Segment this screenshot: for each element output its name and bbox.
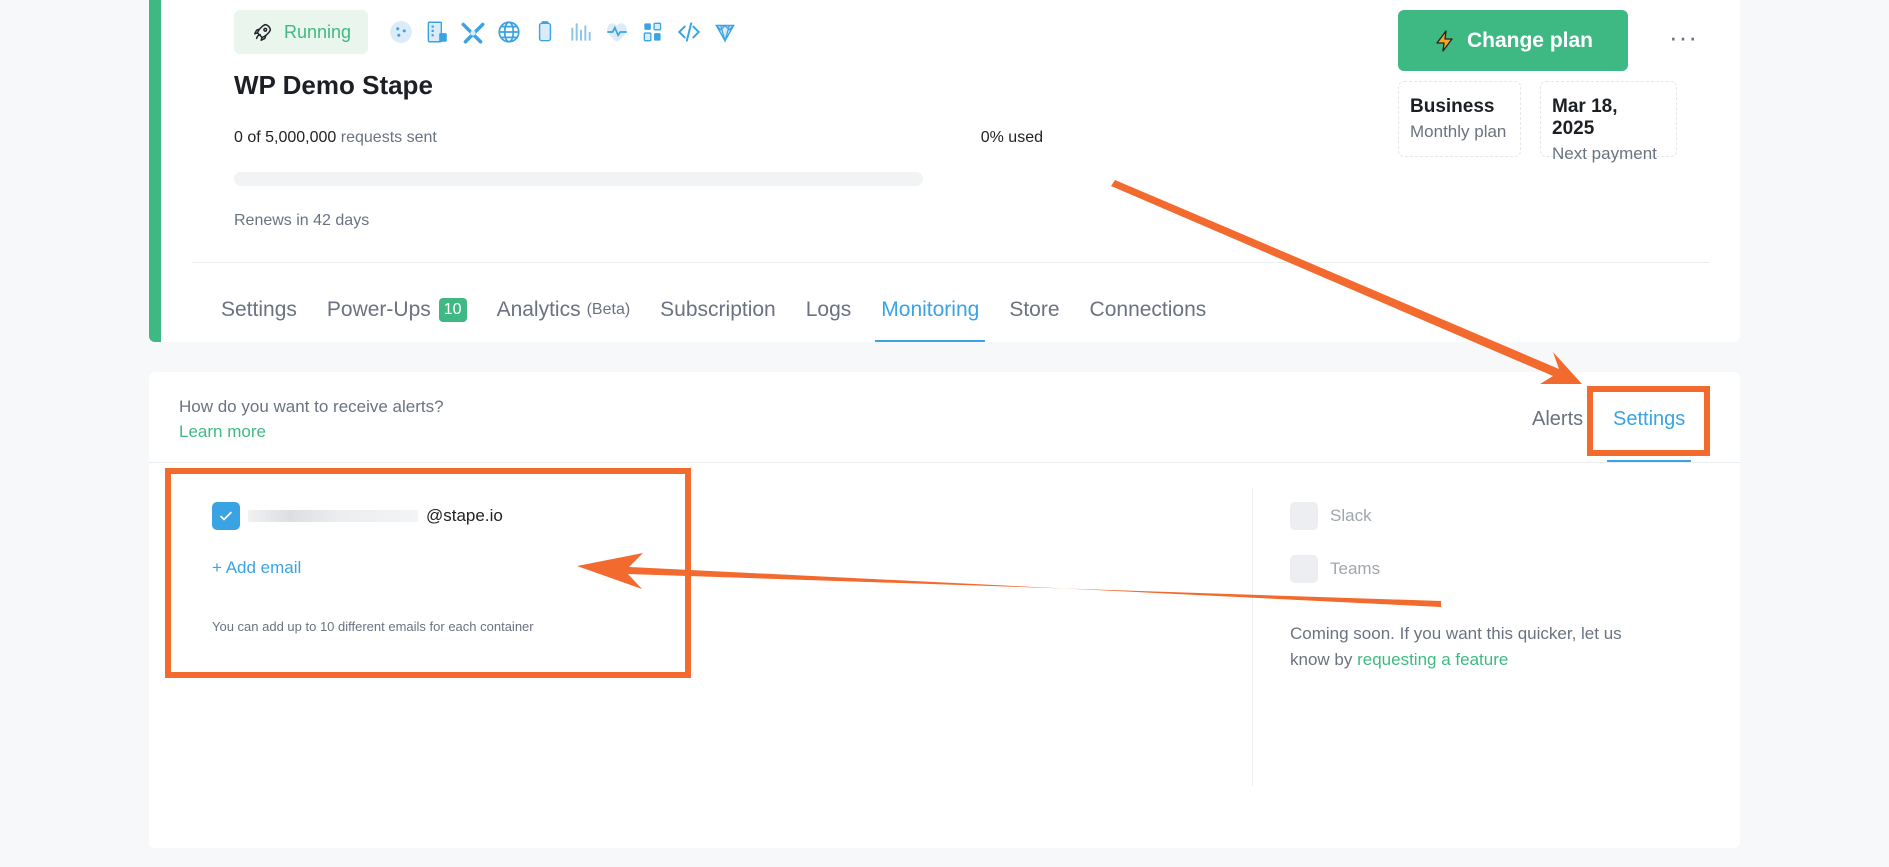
- tab-subscription-label: Subscription: [660, 298, 776, 321]
- plan-name: Business: [1410, 96, 1495, 117]
- tab-power-ups-label: Power-Ups: [326, 298, 431, 321]
- heartbeat-icon[interactable]: [603, 15, 631, 49]
- slack-option: Slack: [1290, 502, 1372, 530]
- card-divider: [192, 262, 1710, 263]
- email-checkbox[interactable]: [212, 502, 240, 530]
- tab-logs-label: Logs: [805, 298, 852, 321]
- tab-monitoring[interactable]: Monitoring: [875, 278, 986, 342]
- renews-text: Renews in 42 days: [234, 212, 370, 229]
- container-title: WP Demo Stape: [234, 70, 433, 100]
- learn-more-link[interactable]: Learn more: [179, 422, 266, 442]
- requests-count: 0 of 5,000,000: [234, 129, 337, 146]
- bucket-icon[interactable]: [639, 15, 667, 49]
- more-options-icon[interactable]: ···: [1669, 22, 1698, 53]
- usage-progress-bar: [234, 172, 923, 186]
- container-tabs: Settings Power-Ups 10 Analytics (Beta) S…: [215, 278, 1230, 342]
- tab-store[interactable]: Store: [1003, 278, 1065, 342]
- teams-label: Teams: [1330, 559, 1381, 578]
- plan-name-box: Business Monthly plan: [1398, 81, 1521, 157]
- tab-settings[interactable]: Settings: [215, 278, 303, 342]
- slack-label: Slack: [1330, 506, 1372, 525]
- requests-suffix: requests sent: [340, 129, 437, 146]
- status-badge: Running: [234, 10, 368, 54]
- check-icon: [220, 511, 232, 521]
- cross-tools-icon[interactable]: [459, 15, 487, 49]
- tab-settings-label: Settings: [221, 298, 297, 321]
- add-email-button[interactable]: + Add email: [212, 558, 301, 578]
- monitoring-divider: [149, 462, 1740, 463]
- subtab-settings[interactable]: Settings: [1613, 408, 1685, 431]
- tab-store-label: Store: [1009, 298, 1060, 321]
- email-recipient-row: @stape.io: [212, 502, 503, 530]
- beta-label: (Beta): [586, 301, 631, 318]
- next-payment-label: Next payment: [1552, 144, 1657, 163]
- redacted-email: [248, 510, 418, 522]
- requests-sent: 0 of 5,000,000 requests sent: [234, 129, 437, 147]
- email-limit-note: You can add up to 10 different emails fo…: [212, 619, 534, 634]
- tab-analytics[interactable]: Analytics (Beta): [491, 278, 637, 342]
- usage-percent: 0% used: [980, 129, 1043, 146]
- cylinder-icon[interactable]: [531, 15, 559, 49]
- cookie-icon[interactable]: [387, 15, 415, 49]
- tab-logs[interactable]: Logs: [800, 278, 858, 342]
- container-card: Running WP Demo Stape 0 of 5,000,000 req…: [149, 0, 1740, 342]
- tab-connections-label: Connections: [1089, 298, 1207, 321]
- rocket-icon: [254, 23, 272, 41]
- power-ups-count-badge: 10: [438, 298, 467, 322]
- server-icon[interactable]: [423, 15, 451, 49]
- tab-subscription[interactable]: Subscription: [654, 278, 782, 342]
- tab-analytics-label: Analytics: [496, 298, 581, 321]
- status-label: Running: [284, 21, 352, 42]
- next-payment-date: Mar 18, 2025: [1552, 96, 1618, 139]
- lightning-icon: [1436, 29, 1453, 52]
- request-feature-link[interactable]: requesting a feature: [1357, 650, 1508, 669]
- plan-period: Monthly plan: [1410, 122, 1507, 141]
- tab-monitoring-label: Monitoring: [881, 298, 980, 321]
- email-domain: @stape.io: [426, 506, 503, 525]
- globe-icon[interactable]: [495, 15, 523, 49]
- change-plan-button[interactable]: Change plan: [1398, 10, 1628, 71]
- bars-icon[interactable]: [567, 15, 595, 49]
- tab-connections[interactable]: Connections: [1084, 278, 1213, 342]
- slack-checkbox[interactable]: [1290, 502, 1318, 530]
- coming-soon-text: Coming soon. If you want this quicker, l…: [1290, 621, 1650, 673]
- teams-checkbox[interactable]: [1290, 555, 1318, 583]
- code-icon[interactable]: [675, 15, 703, 49]
- subtab-alerts[interactable]: Alerts: [1532, 408, 1583, 431]
- change-plan-label: Change plan: [1466, 28, 1593, 52]
- alerts-question: How do you want to receive alerts?: [179, 397, 444, 416]
- diamond-icon[interactable]: [711, 15, 739, 49]
- next-payment-box: Mar 18, 2025 Next payment: [1540, 81, 1677, 163]
- monitoring-card: How do you want to receive alerts? Learn…: [149, 372, 1740, 848]
- powerup-icons: [387, 15, 739, 49]
- column-divider: [1252, 488, 1253, 786]
- teams-option: Teams: [1290, 555, 1380, 583]
- tab-power-ups[interactable]: Power-Ups 10: [321, 278, 473, 342]
